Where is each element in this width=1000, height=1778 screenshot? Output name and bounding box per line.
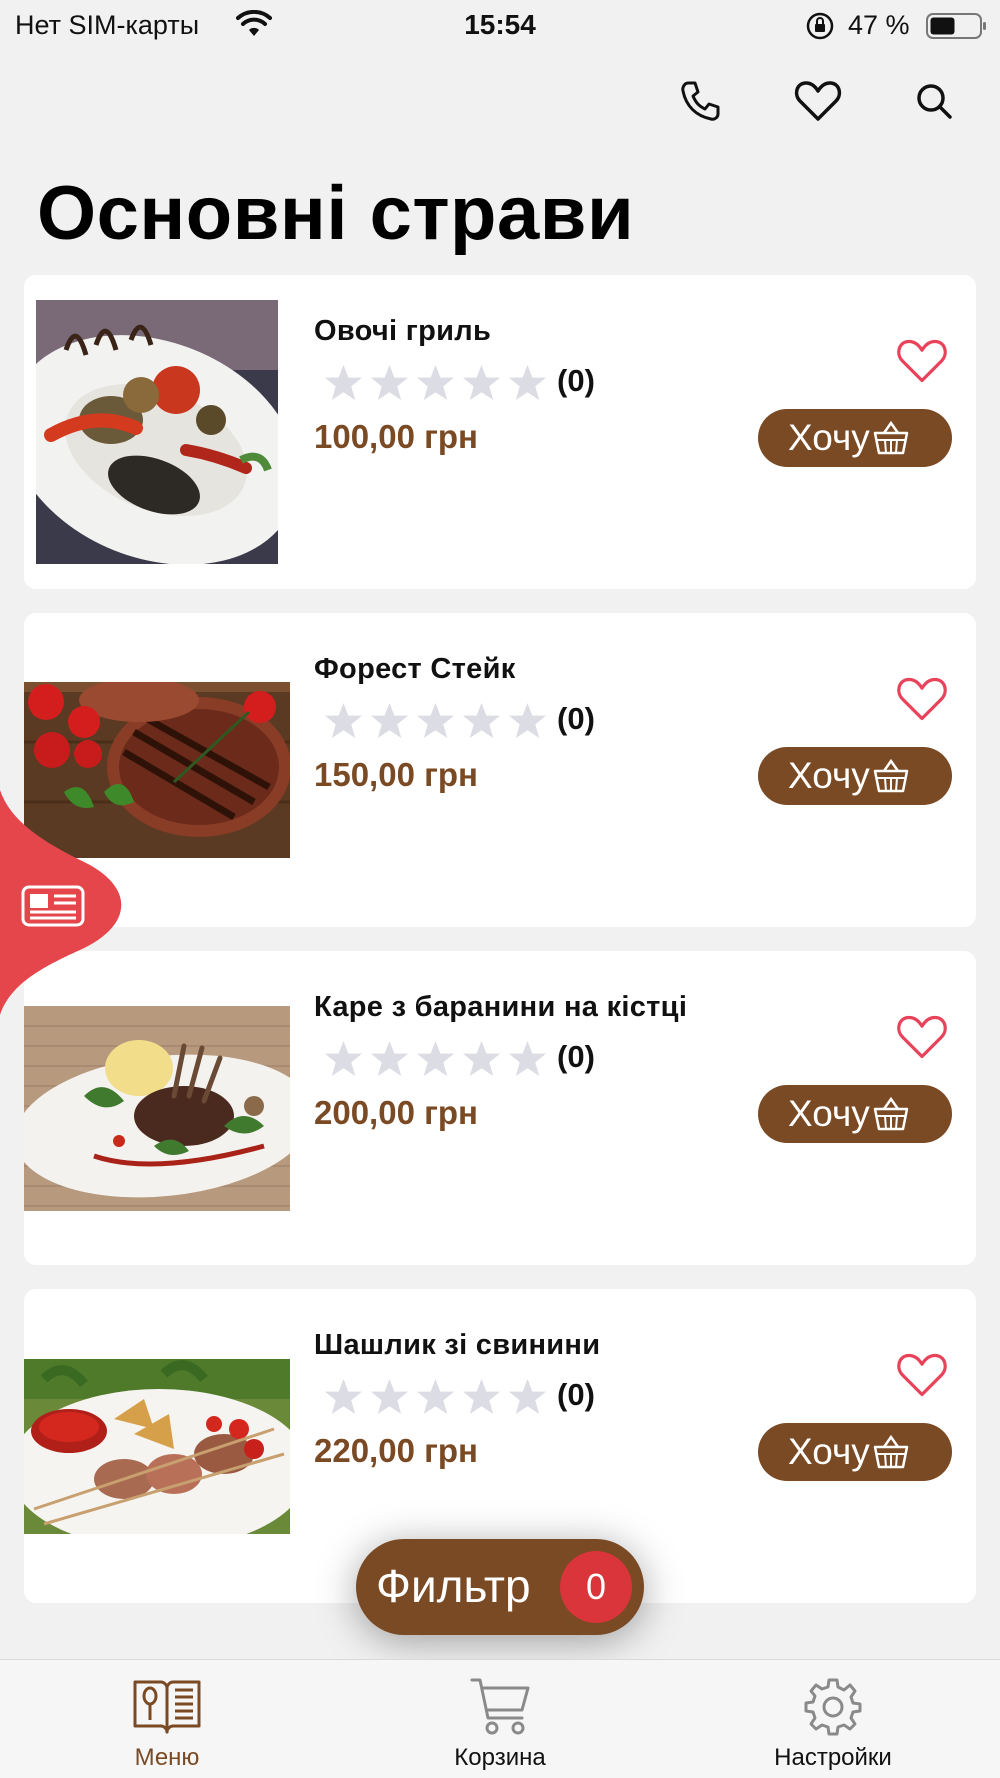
add-to-cart-label: Хочу bbox=[788, 755, 870, 796]
product-card[interactable]: Каре з баранини на кістці (0) 200,00 грн… bbox=[24, 951, 976, 1265]
page-title: Основні страви bbox=[37, 171, 635, 256]
rating-stars[interactable] bbox=[324, 363, 547, 402]
product-price: 150,00 грн bbox=[314, 756, 478, 793]
star-icon bbox=[370, 1378, 409, 1415]
add-to-cart-button[interactable]: Хочу bbox=[758, 1423, 952, 1481]
star-icon bbox=[462, 1040, 501, 1077]
rating-stars[interactable] bbox=[324, 701, 547, 740]
rating-count: (0) bbox=[557, 701, 595, 736]
rating-stars[interactable] bbox=[324, 1377, 547, 1416]
star-icon bbox=[508, 1378, 547, 1415]
product-card[interactable]: Овочі гриль (0) 100,00 грн Хочу bbox=[24, 275, 976, 589]
menu-book-icon bbox=[67, 1676, 267, 1736]
rating-count: (0) bbox=[557, 1039, 595, 1074]
categories-side-tab[interactable] bbox=[0, 790, 125, 1015]
gear-icon bbox=[733, 1676, 933, 1738]
star-icon bbox=[508, 702, 547, 739]
basket-icon bbox=[872, 758, 910, 794]
star-icon bbox=[324, 702, 363, 739]
basket-icon bbox=[872, 1096, 910, 1132]
favorite-button[interactable] bbox=[894, 1011, 950, 1063]
product-name: Овочі гриль bbox=[314, 315, 492, 347]
product-photo-lamb-rack bbox=[24, 1006, 290, 1211]
favorite-button[interactable] bbox=[894, 335, 950, 387]
filter-count-badge: 0 bbox=[560, 1551, 632, 1623]
product-card[interactable]: Форест Стейк (0) 150,00 грн Хочу bbox=[24, 613, 976, 927]
star-icon bbox=[324, 1040, 363, 1077]
product-price: 100,00 грн bbox=[314, 418, 478, 455]
bottom-tab-bar: Меню Корзина Настройки bbox=[0, 1659, 1000, 1778]
rating-stars[interactable] bbox=[324, 1039, 547, 1078]
star-icon bbox=[462, 702, 501, 739]
tab-settings-label: Настройки bbox=[774, 1744, 892, 1771]
battery-percent: 47 % bbox=[848, 10, 910, 40]
star-icon bbox=[508, 364, 547, 401]
product-price: 200,00 грн bbox=[314, 1094, 478, 1131]
heart-outline-icon bbox=[897, 677, 947, 721]
newspaper-icon bbox=[21, 885, 85, 927]
tab-menu-label: Меню bbox=[134, 1744, 200, 1771]
add-to-cart-button[interactable]: Хочу bbox=[758, 409, 952, 467]
tab-menu[interactable]: Меню bbox=[67, 1660, 267, 1778]
product-name: Форест Стейк bbox=[314, 653, 516, 685]
search-icon bbox=[917, 84, 952, 119]
product-name: Каре з баранини на кістці bbox=[314, 991, 688, 1023]
tab-settings[interactable]: Настройки bbox=[733, 1660, 933, 1778]
heart-outline-icon bbox=[897, 1015, 947, 1059]
filter-label: Фильтр bbox=[376, 1560, 531, 1612]
star-icon bbox=[370, 1040, 409, 1077]
product-name: Шашлик зі свинини bbox=[314, 1329, 601, 1361]
filter-button[interactable]: Фильтр 0 bbox=[356, 1539, 644, 1635]
star-icon bbox=[324, 1378, 363, 1415]
tab-cart[interactable]: Корзина bbox=[400, 1660, 600, 1778]
star-icon bbox=[462, 364, 501, 401]
star-icon bbox=[416, 702, 455, 739]
basket-icon bbox=[872, 420, 910, 456]
star-icon bbox=[370, 702, 409, 739]
cart-icon bbox=[400, 1676, 600, 1738]
add-to-cart-button[interactable]: Хочу bbox=[758, 1085, 952, 1143]
product-photo-pork-shashlik bbox=[24, 1359, 290, 1534]
star-icon bbox=[416, 364, 455, 401]
add-to-cart-label: Хочу bbox=[788, 1431, 870, 1472]
phone-button[interactable] bbox=[674, 75, 726, 127]
heart-outline-icon bbox=[897, 1353, 947, 1397]
star-icon bbox=[416, 1040, 455, 1077]
favorite-button[interactable] bbox=[894, 673, 950, 725]
rating-count: (0) bbox=[557, 363, 595, 398]
rating-count: (0) bbox=[557, 1377, 595, 1412]
star-icon bbox=[508, 1040, 547, 1077]
phone-icon bbox=[681, 81, 720, 121]
heart-icon bbox=[794, 81, 842, 121]
rotation-lock-icon bbox=[805, 11, 835, 46]
favorites-button[interactable] bbox=[792, 75, 844, 127]
basket-icon bbox=[872, 1434, 910, 1470]
battery-icon bbox=[926, 12, 988, 45]
product-price: 220,00 грн bbox=[314, 1432, 478, 1469]
search-button[interactable] bbox=[908, 75, 960, 127]
star-icon bbox=[370, 364, 409, 401]
tab-cart-label: Корзина bbox=[454, 1744, 546, 1771]
add-to-cart-button[interactable]: Хочу bbox=[758, 747, 952, 805]
product-photo-grilled-vegetables bbox=[36, 300, 278, 564]
heart-outline-icon bbox=[897, 339, 947, 383]
add-to-cart-label: Хочу bbox=[788, 1093, 870, 1134]
star-icon bbox=[324, 364, 363, 401]
star-icon bbox=[462, 1378, 501, 1415]
add-to-cart-label: Хочу bbox=[788, 417, 870, 458]
star-icon bbox=[416, 1378, 455, 1415]
status-bar: Нет SIM-карты 15:54 47 % bbox=[0, 0, 1000, 50]
favorite-button[interactable] bbox=[894, 1349, 950, 1401]
